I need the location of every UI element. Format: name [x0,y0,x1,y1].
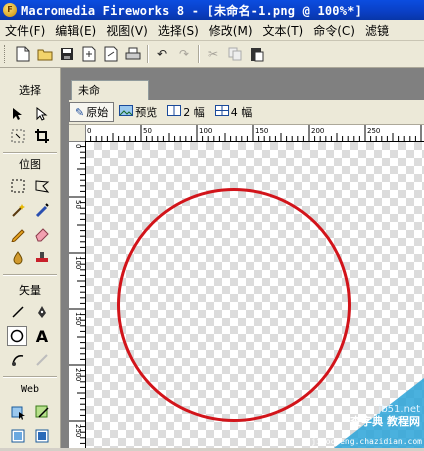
knife-tool-icon[interactable] [32,350,52,370]
undo-icon[interactable]: ↶ [153,45,171,63]
export-icon[interactable] [102,45,120,63]
ruler-label: 150 [74,312,82,325]
ruler-label: 100 [199,127,212,135]
tools-section-bitmap: 位图 [19,158,41,171]
view-preview-label: 预览 [135,106,158,119]
save-icon[interactable] [58,45,76,63]
menu-edit[interactable]: 编辑(E) [50,22,101,39]
pen-tool-icon[interactable] [32,302,52,322]
print-icon[interactable] [124,45,142,63]
view-4up-button[interactable]: 4 幅 [210,102,258,122]
horizontal-ruler-ticks: 0 50 100 150 200 250 [84,125,422,141]
copy-icon[interactable] [226,45,244,63]
cut-icon[interactable]: ✂ [204,45,222,63]
preview-icon [119,105,134,119]
tools-section-select: 选择 [19,84,41,97]
redo-icon[interactable]: ↷ [175,45,193,63]
brush-tool-icon[interactable] [32,200,52,220]
marquee-tool-icon[interactable] [8,176,28,196]
menu-bar: 文件(F) 编辑(E) 视图(V) 选择(S) 修改(M) 文本(T) 命令(C… [0,20,424,41]
window-title: Macromedia Fireworks 8 - [未命名-1.png @ 10… [21,3,363,18]
toolbar-grip[interactable] [4,45,8,63]
hide-slices-icon[interactable] [8,426,28,446]
four-up-icon [214,105,229,119]
main-toolbar: ↶ ↷ ✂ [0,41,424,68]
import-icon[interactable] [80,45,98,63]
title-bar: F Macromedia Fireworks 8 - [未命名-1.png @ … [0,0,424,20]
paste-icon[interactable] [248,45,266,63]
menu-select[interactable]: 选择(S) [153,22,204,39]
pencil-tool-icon[interactable] [8,224,28,244]
text-tool-icon[interactable]: A [32,326,52,346]
crop-tool-icon[interactable] [32,126,52,146]
two-up-icon [167,105,182,119]
view-4up-label: 4 幅 [230,106,253,119]
show-slices-icon[interactable] [32,426,52,446]
menu-modify[interactable]: 修改(M) [204,22,258,39]
ruler-label: 200 [311,127,324,135]
magic-wand-tool-icon[interactable] [8,200,28,220]
ruler-label: 50 [74,200,82,209]
watermark-text: 查字典 教程网 [350,415,420,428]
tools-divider [3,274,57,275]
watermark-url: jiaocheng.chazidian.com [311,437,422,446]
freeform-tool-icon[interactable] [8,350,28,370]
menu-text[interactable]: 文本(T) [258,22,309,39]
horizontal-ruler[interactable]: 0 50 100 150 200 250 [84,125,424,142]
ruler-corner [69,125,85,141]
view-mode-bar: ✎ 原始 预览 2 幅 4 幅 [69,100,424,125]
lasso-tool-icon[interactable] [32,176,52,196]
tools-divider [3,152,57,153]
view-preview-button[interactable]: 预览 [114,102,162,122]
watermark-site: jb51.net [378,404,420,415]
eraser-tool-icon[interactable] [32,224,52,244]
fireworks-logo-icon: F [3,3,17,17]
new-file-icon[interactable] [14,45,32,63]
document-tab[interactable]: 未命名-1.png* [71,80,149,117]
pencil-icon: ✎ [75,105,85,119]
open-folder-icon[interactable] [36,45,54,63]
view-original-button[interactable]: ✎ 原始 [69,102,115,122]
menu-filters[interactable]: 滤镜 [360,22,394,39]
ruler-label: 100 [74,256,82,269]
tools-section-vector: 矢量 [19,284,41,297]
document-window: ✎ 原始 预览 2 幅 4 幅 0 50 100 150 200 250 0 5… [69,100,424,448]
ruler-label: 150 [255,127,268,135]
ruler-label: 250 [74,424,82,437]
view-2up-label: 2 幅 [183,106,205,119]
vertical-ruler[interactable]: 0 50 100 150 200 250 [69,140,86,448]
document-area: 未命名-1.png* ✎ 原始 预览 2 幅 [61,68,424,448]
ruler-label: 50 [143,127,152,135]
menu-view[interactable]: 视图(V) [101,22,153,39]
tools-section-web: Web [20,384,40,395]
canvas[interactable]: jb51.net 查字典 教程网 jiaocheng.chazidian.com [86,142,424,448]
slice-tool-icon[interactable] [32,402,52,422]
blur-tool-icon[interactable] [8,248,28,268]
ruler-label: 200 [74,368,82,381]
toolbar-separator [198,45,199,63]
ruler-label: 250 [367,127,380,135]
view-2up-button[interactable]: 2 幅 [162,102,210,122]
red-circle-shape[interactable] [117,188,351,422]
scale-tool-icon[interactable] [8,126,28,146]
pointer-tool-icon[interactable] [8,104,28,124]
subselect-tool-icon[interactable] [32,104,52,124]
ruler-label: 0 [74,144,82,148]
ellipse-tool-icon[interactable] [7,326,27,346]
menu-commands[interactable]: 命令(C) [308,22,360,39]
vertical-ruler-ticks: 0 50 100 150 200 250 [69,140,85,444]
hotspot-tool-icon[interactable] [8,402,28,422]
tools-panel: 选择 位图 矢量 A Web [0,68,61,448]
menu-file[interactable]: 文件(F) [0,22,50,39]
line-tool-icon[interactable] [8,302,28,322]
ruler-label: 0 [87,127,91,135]
view-original-label: 原始 [86,106,109,119]
toolbar-separator [147,45,148,63]
tools-divider [3,376,57,377]
rubber-stamp-tool-icon[interactable] [32,248,52,268]
